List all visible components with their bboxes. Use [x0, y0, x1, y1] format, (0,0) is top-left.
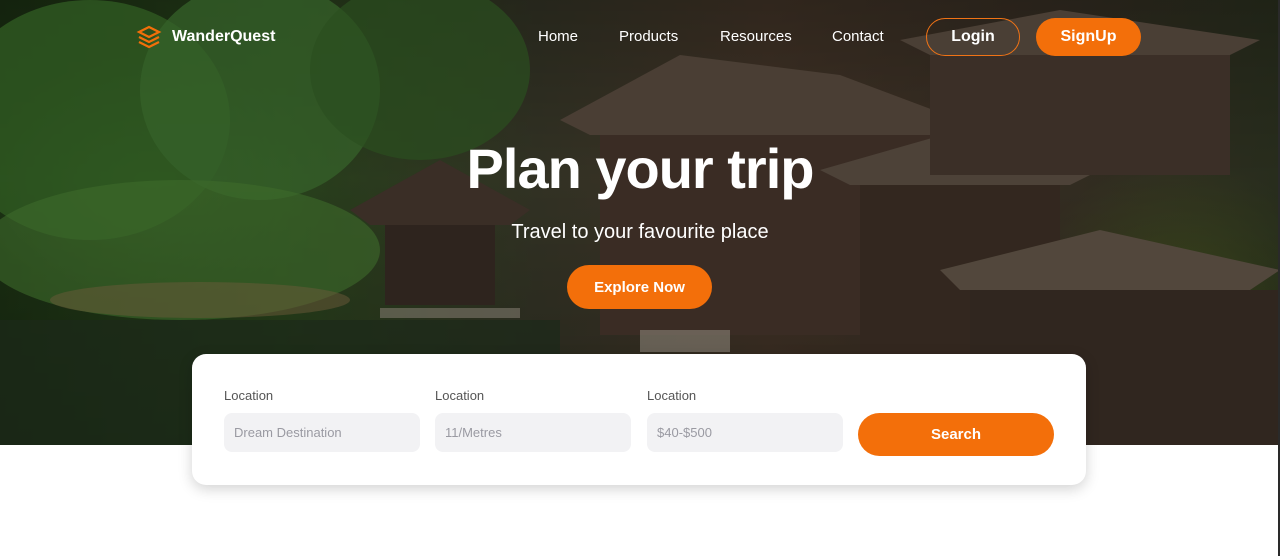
destination-input[interactable]: Dream Destination: [224, 413, 420, 452]
top-nav: WanderQuest Home Products Resources Cont…: [0, 0, 1280, 72]
location-label-3: Location: [647, 388, 697, 403]
distance-input[interactable]: 11/Metres: [435, 413, 631, 452]
nav-link-contact[interactable]: Contact: [832, 28, 884, 45]
layers-logo-icon: [136, 25, 162, 49]
nav-link-resources[interactable]: Resources: [720, 28, 792, 45]
location-label-1: Location: [224, 388, 274, 403]
login-button[interactable]: Login: [926, 18, 1020, 56]
explore-now-button[interactable]: Explore Now: [567, 265, 712, 309]
location-label-2: Location: [435, 388, 485, 403]
nav-link-products[interactable]: Products: [619, 28, 678, 45]
hero-subtitle: Travel to your favourite place: [511, 221, 769, 243]
brand-name: WanderQuest: [172, 28, 276, 45]
search-card: Location Dream Destination Location 11/M…: [192, 354, 1086, 485]
nav-link-home[interactable]: Home: [538, 28, 578, 45]
hero-title: Plan your trip: [466, 137, 815, 200]
brand[interactable]: WanderQuest: [136, 24, 275, 50]
search-button[interactable]: Search: [858, 413, 1054, 456]
price-range-input[interactable]: $40-$500: [647, 413, 843, 452]
signup-button[interactable]: SignUp: [1036, 18, 1141, 56]
